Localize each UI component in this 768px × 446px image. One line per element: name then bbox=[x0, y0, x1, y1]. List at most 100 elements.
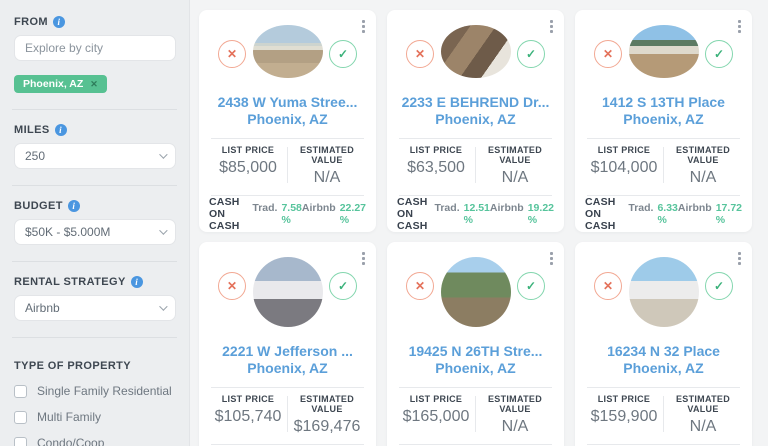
list-price-label: LIST PRICE bbox=[585, 394, 663, 404]
reject-button[interactable]: ✕ bbox=[218, 272, 246, 300]
airbnb-pair: Airbnb 17.72 % bbox=[678, 202, 742, 226]
property-grid: ✕ ✓ 2438 W Yuma Stree... Phoenix, AZ LIS… bbox=[190, 0, 768, 446]
reject-button[interactable]: ✕ bbox=[218, 40, 246, 68]
from-label-text: FROM bbox=[14, 16, 48, 28]
location-tag-label: Phoenix, AZ bbox=[23, 78, 83, 90]
address-line: 2221 W Jefferson ... bbox=[199, 343, 376, 360]
multi-family-checkbox[interactable] bbox=[14, 411, 27, 424]
info-icon[interactable]: i bbox=[55, 124, 67, 136]
accept-button[interactable]: ✓ bbox=[705, 40, 733, 68]
kebab-menu-icon[interactable] bbox=[548, 250, 555, 267]
chevron-down-icon bbox=[159, 302, 167, 310]
sidebar-divider bbox=[12, 109, 177, 110]
property-type-option: Multi Family bbox=[14, 410, 175, 424]
info-icon[interactable]: i bbox=[131, 276, 143, 288]
accept-button[interactable]: ✓ bbox=[329, 272, 357, 300]
price-section: LIST PRICE $63,500 ESTIMATED VALUE N/A bbox=[387, 139, 564, 185]
property-photo[interactable] bbox=[629, 25, 699, 78]
sidebar-divider bbox=[12, 337, 177, 338]
property-photo[interactable] bbox=[441, 25, 511, 78]
property-address-link[interactable]: 2233 E BEHREND Dr... Phoenix, AZ bbox=[387, 94, 564, 128]
list-price-label: LIST PRICE bbox=[397, 145, 475, 155]
city-search-input[interactable] bbox=[25, 41, 165, 55]
price-section: LIST PRICE $85,000 ESTIMATED VALUE N/A bbox=[199, 139, 376, 185]
miles-select[interactable]: 250 bbox=[14, 143, 176, 169]
reject-button[interactable]: ✕ bbox=[406, 272, 434, 300]
list-price-block: LIST PRICE $105,740 bbox=[209, 394, 287, 434]
estimated-value-value: N/A bbox=[476, 169, 554, 187]
property-photo[interactable] bbox=[253, 257, 323, 327]
location-tag[interactable]: Phoenix, AZ ✕ bbox=[14, 75, 107, 93]
checkbox-label: Multi Family bbox=[37, 410, 101, 424]
address-city: Phoenix, AZ bbox=[199, 111, 376, 128]
address-line: 2233 E BEHREND Dr... bbox=[387, 94, 564, 111]
filters-sidebar: FROM i Phoenix, AZ ✕ MILES i 250 BUDGET … bbox=[0, 0, 190, 446]
trad-value: 7.58 % bbox=[281, 202, 301, 226]
address-city: Phoenix, AZ bbox=[575, 360, 752, 377]
rental-strategy-select[interactable]: Airbnb bbox=[14, 295, 176, 321]
accept-button[interactable]: ✓ bbox=[329, 40, 357, 68]
list-price-label: LIST PRICE bbox=[209, 394, 287, 404]
property-type-label-text: TYPE OF PROPERTY bbox=[14, 360, 131, 372]
list-price-value: $165,000 bbox=[397, 408, 475, 426]
miles-label-text: MILES bbox=[14, 124, 50, 136]
chevron-down-icon bbox=[159, 150, 167, 158]
trad-pair: Trad. 12.51 % bbox=[435, 202, 490, 226]
property-address-link[interactable]: 1412 S 13TH Place Phoenix, AZ bbox=[575, 94, 752, 128]
kebab-menu-icon[interactable] bbox=[736, 250, 743, 267]
accept-button[interactable]: ✓ bbox=[705, 272, 733, 300]
estimated-value-value: $169,476 bbox=[288, 418, 366, 436]
address-city: Phoenix, AZ bbox=[575, 111, 752, 128]
kebab-menu-icon[interactable] bbox=[736, 18, 743, 35]
reject-button[interactable]: ✕ bbox=[594, 40, 622, 68]
budget-select[interactable]: $50K - $5.000M bbox=[14, 219, 176, 245]
tag-close-icon[interactable]: ✕ bbox=[90, 79, 98, 90]
info-icon[interactable]: i bbox=[53, 16, 65, 28]
estimated-value-block: ESTIMATED VALUE N/A bbox=[288, 145, 366, 185]
trad-pair: Trad. 7.58 % bbox=[252, 202, 302, 226]
kebab-menu-icon[interactable] bbox=[548, 18, 555, 35]
list-price-value: $85,000 bbox=[209, 159, 287, 177]
budget-select-value: $50K - $5.000M bbox=[25, 225, 110, 239]
list-price-block: LIST PRICE $63,500 bbox=[397, 145, 475, 185]
kebab-menu-icon[interactable] bbox=[360, 250, 367, 267]
price-section: LIST PRICE $105,740 ESTIMATED VALUE $169… bbox=[199, 388, 376, 434]
cash-on-cash-label: CASH ON CASH bbox=[209, 196, 252, 232]
address-city: Phoenix, AZ bbox=[199, 360, 376, 377]
property-type-option: Condo/Coop bbox=[14, 436, 175, 446]
condo-coop-checkbox[interactable] bbox=[14, 437, 27, 446]
property-address-link[interactable]: 16234 N 32 Place Phoenix, AZ bbox=[575, 343, 752, 377]
airbnb-value: 17.72 % bbox=[716, 202, 742, 226]
list-price-block: LIST PRICE $85,000 bbox=[209, 145, 287, 185]
estimated-value-block: ESTIMATED VALUE N/A bbox=[476, 145, 554, 185]
property-address-link[interactable]: 2221 W Jefferson ... Phoenix, AZ bbox=[199, 343, 376, 377]
info-icon[interactable]: i bbox=[68, 200, 80, 212]
estimated-value-label: ESTIMATED VALUE bbox=[476, 394, 554, 414]
airbnb-pair: Airbnb 19.22 % bbox=[490, 202, 554, 226]
property-photo[interactable] bbox=[253, 25, 323, 78]
trad-value: 6.33 % bbox=[657, 202, 677, 226]
single-family-checkbox[interactable] bbox=[14, 385, 27, 398]
list-price-value: $105,740 bbox=[209, 408, 287, 426]
list-price-label: LIST PRICE bbox=[209, 145, 287, 155]
city-search-box bbox=[14, 35, 176, 61]
property-address-link[interactable]: 19425 N 26TH Stre... Phoenix, AZ bbox=[387, 343, 564, 377]
property-type-label: TYPE OF PROPERTY bbox=[14, 360, 175, 372]
address-line: 2438 W Yuma Stree... bbox=[199, 94, 376, 111]
cash-on-cash-section: CASH ON CASH Trad. 12.51 % Airbnb 19.22 … bbox=[387, 196, 564, 232]
reject-button[interactable]: ✕ bbox=[406, 40, 434, 68]
list-price-block: LIST PRICE $159,900 bbox=[585, 394, 663, 434]
checkbox-label: Single Family Residential bbox=[37, 384, 172, 398]
estimated-value-value: N/A bbox=[476, 418, 554, 436]
accept-button[interactable]: ✓ bbox=[517, 272, 545, 300]
property-card: ✕ ✓ 1412 S 13TH Place Phoenix, AZ LIST P… bbox=[575, 10, 752, 232]
trad-label: Trad. bbox=[252, 202, 277, 226]
property-photo[interactable] bbox=[441, 257, 511, 327]
reject-button[interactable]: ✕ bbox=[594, 272, 622, 300]
kebab-menu-icon[interactable] bbox=[360, 18, 367, 35]
address-line: 16234 N 32 Place bbox=[575, 343, 752, 360]
chevron-down-icon bbox=[159, 226, 167, 234]
property-photo[interactable] bbox=[629, 257, 699, 327]
accept-button[interactable]: ✓ bbox=[517, 40, 545, 68]
property-address-link[interactable]: 2438 W Yuma Stree... Phoenix, AZ bbox=[199, 94, 376, 128]
